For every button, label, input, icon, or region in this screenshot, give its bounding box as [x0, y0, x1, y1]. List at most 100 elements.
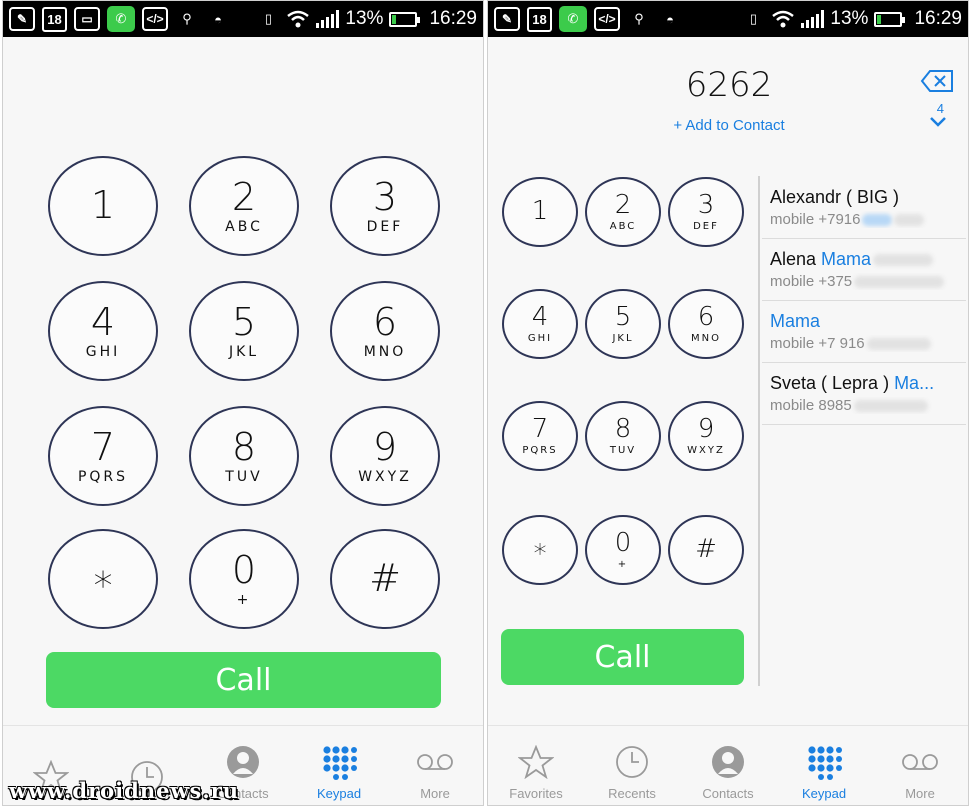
code-notification-icon: </> — [142, 7, 168, 31]
key-4[interactable]: 4 GHI — [48, 281, 158, 381]
key-6[interactable]: 6 MNO — [668, 289, 744, 359]
key-3[interactable]: 3 DEF — [330, 156, 440, 256]
key-letters: DEF — [366, 218, 404, 235]
backspace-icon[interactable] — [920, 69, 954, 93]
key-9[interactable]: 9 WXYZ — [668, 401, 744, 471]
signal-bars-icon — [316, 10, 340, 28]
match-count: 4 — [936, 101, 944, 116]
calendar-icon: 18 — [527, 6, 552, 32]
dialed-number: 6262 — [685, 65, 773, 105]
tab-keypad[interactable]: Keypad — [291, 726, 387, 805]
phone-call-icon: ✆ — [107, 6, 135, 32]
key-letters: + — [617, 559, 629, 570]
key-letters: TUV — [225, 468, 263, 485]
key-4[interactable]: 4 GHI — [502, 289, 578, 359]
key-digit: ∗ — [91, 555, 115, 600]
key-1[interactable]: 1 — [502, 177, 578, 247]
tab-label: Keypad — [801, 786, 847, 801]
key-digit: 7 — [531, 414, 549, 444]
phone-text: mobile 8985 — [770, 397, 852, 414]
call-button[interactable]: Call — [501, 629, 744, 685]
key-letters: WXYZ — [687, 445, 725, 456]
tab-more[interactable]: More — [872, 726, 968, 805]
code-notification-icon: </> — [594, 7, 620, 31]
contact-suggestion[interactable]: Mama mobile +7 916 — [762, 301, 966, 363]
phone-text: mobile +7916 — [770, 211, 861, 228]
battery-percent: 13% — [345, 8, 384, 29]
tab-contacts[interactable]: Contacts — [680, 726, 776, 805]
contact-name: Alena Mama — [770, 249, 958, 270]
key-letters: + — [236, 591, 252, 608]
tab-label: Recents — [608, 786, 656, 801]
tab-label: Keypad — [316, 786, 362, 801]
key-digit: 9 — [697, 414, 715, 444]
key-hash[interactable]: # — [668, 515, 744, 585]
redacted-digits — [866, 338, 931, 351]
calendar-day: 18 — [47, 11, 62, 27]
key-star[interactable]: ∗ — [48, 529, 158, 629]
key-letters: ABC — [225, 218, 263, 235]
key-digit: # — [369, 555, 401, 600]
key-digit: 2 — [614, 190, 632, 220]
contact-suggestions-list: Alexandr ( BIG ) mobile +7916 Alena Mama… — [762, 177, 966, 425]
vibrate-icon: ▯ — [264, 11, 272, 26]
key-7[interactable]: 7 PQRS — [502, 401, 578, 471]
name-match: Mama — [821, 249, 872, 269]
clock-icon — [614, 742, 650, 782]
name-text: Alexandr ( BIG ) — [770, 187, 900, 207]
key-0[interactable]: 0 + — [189, 529, 299, 629]
key-digit: 6 — [372, 299, 398, 344]
wifi-icon — [771, 8, 795, 30]
key-letters: DEF — [693, 221, 719, 232]
contact-suggestion[interactable]: Sveta ( Lepra ) Ma... mobile 8985 — [762, 363, 966, 425]
voicemail-icon — [416, 742, 454, 782]
key-digit: 1 — [531, 195, 549, 226]
key-letters: MNO — [691, 333, 721, 344]
key-letters: MNO — [363, 343, 407, 360]
tab-bar: Favorites Recents Contacts Keypad More — [488, 725, 968, 805]
contact-suggestion[interactable]: Alexandr ( BIG ) mobile +7916 — [762, 177, 966, 239]
voicemail-icon — [901, 742, 939, 782]
tab-more[interactable]: More — [387, 726, 483, 805]
key-9[interactable]: 9 WXYZ — [330, 406, 440, 506]
contact-phone: mobile 8985 — [770, 397, 958, 414]
key-5[interactable]: 5 JKL — [585, 289, 661, 359]
key-hash[interactable]: # — [330, 529, 440, 629]
key-2[interactable]: 2 ABC — [189, 156, 299, 256]
android-icon: ◓ — [666, 11, 674, 27]
contact-phone: mobile +7 916 — [770, 335, 958, 352]
key-digit: 6 — [697, 302, 715, 332]
call-button[interactable]: Call — [46, 652, 441, 708]
usb-icon: ⚲ — [634, 11, 644, 26]
tab-label: More — [420, 786, 450, 801]
calendar-icon: 18 — [42, 6, 67, 32]
key-6[interactable]: 6 MNO — [330, 281, 440, 381]
tab-label: Favorites — [509, 786, 563, 801]
key-8[interactable]: 8 TUV — [585, 401, 661, 471]
watermark: www.droidnews.ru — [9, 778, 240, 803]
add-to-contact-link[interactable]: + Add to Contact — [488, 117, 968, 134]
status-bar: ✎ 18 ✆ </> ⚲ ◓ ▯ 13% 16:29 — [488, 1, 968, 37]
key-0[interactable]: 0 + — [585, 515, 661, 585]
clock-time: 16:29 — [914, 8, 962, 29]
key-digit: 7 — [90, 424, 116, 469]
wifi-icon — [286, 8, 310, 30]
tab-favorites[interactable]: Favorites — [488, 726, 584, 805]
chevron-down-icon[interactable] — [928, 115, 948, 131]
key-digit: # — [695, 533, 717, 564]
key-3[interactable]: 3 DEF — [668, 177, 744, 247]
key-8[interactable]: 8 TUV — [189, 406, 299, 506]
key-letters: JKL — [612, 333, 634, 344]
contact-name: Mama — [770, 311, 958, 332]
tab-recents[interactable]: Recents — [584, 726, 680, 805]
key-7[interactable]: 7 PQRS — [48, 406, 158, 506]
contact-phone: mobile +7916 — [770, 211, 958, 228]
key-letters: ABC — [609, 221, 637, 232]
key-star[interactable]: ∗ — [502, 515, 578, 585]
redacted-digits — [894, 214, 925, 227]
key-1[interactable]: 1 — [48, 156, 158, 256]
contact-suggestion[interactable]: Alena Mama mobile +375 — [762, 239, 966, 301]
key-5[interactable]: 5 JKL — [189, 281, 299, 381]
key-2[interactable]: 2 ABC — [585, 177, 661, 247]
tab-keypad[interactable]: Keypad — [776, 726, 872, 805]
